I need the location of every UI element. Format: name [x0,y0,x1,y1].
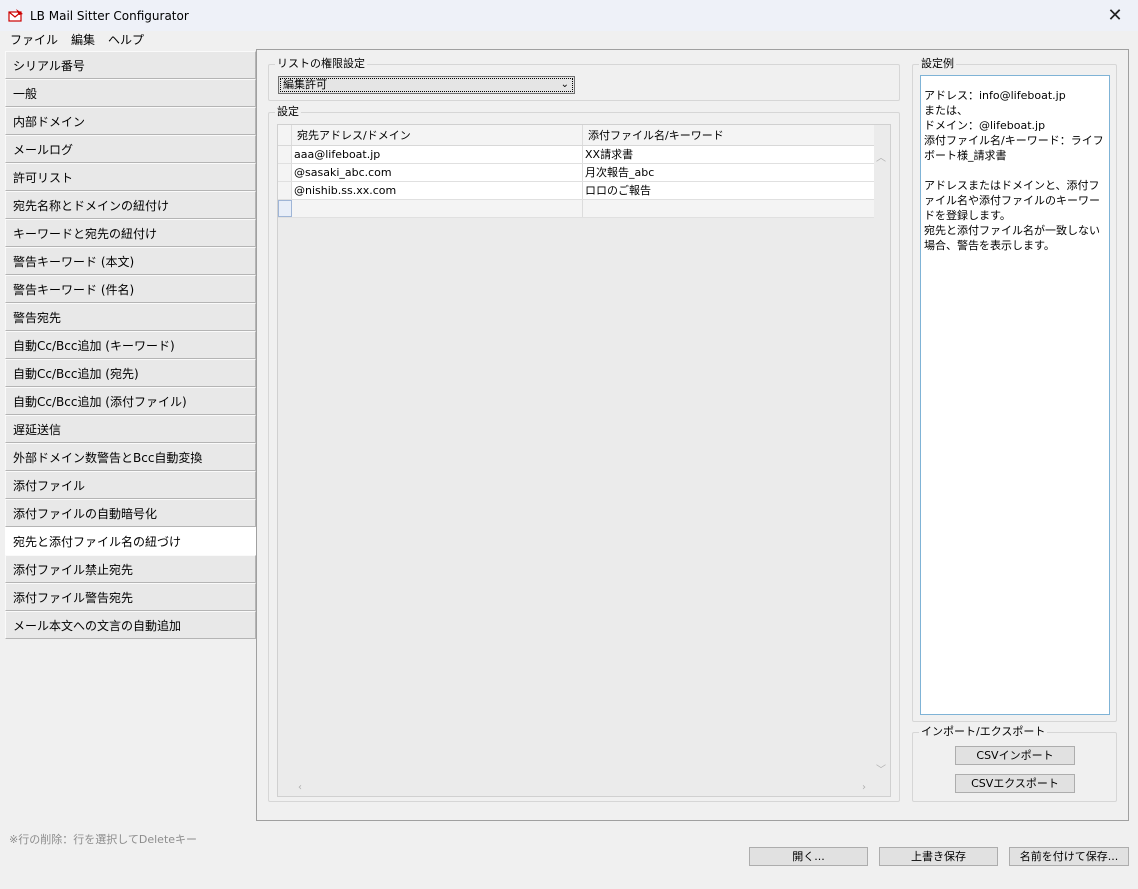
menu-file[interactable]: ファイル [0,31,65,49]
address-cell[interactable]: @sasaki_abc.com [292,164,583,181]
table-row[interactable]: @sasaki_abc.com 月次報告_abc [278,164,874,182]
grid-header: 宛先アドレス/ドメイン 添付ファイル名/キーワード [278,125,874,146]
permission-select[interactable]: 編集許可 ⌄ [278,76,575,94]
scroll-left-icon[interactable]: ‹ [298,782,302,793]
scroll-up-icon[interactable]: ︿ [876,149,886,164]
column-header-attachment[interactable]: 添付ファイル名/キーワード [583,125,874,145]
sidebar-item[interactable]: 宛先と添付ファイル名の紐づけ [5,527,256,555]
permission-group-title: リストの権限設定 [275,57,367,71]
menu-bar: ファイル 編集 ヘルプ [0,31,1138,49]
table-row[interactable]: @nishib.ss.xx.com ロロのご報告 [278,182,874,200]
attachment-cell[interactable]: ロロのご報告 [583,182,874,199]
sidebar-item[interactable]: 自動Cc/Bcc追加 (宛先) [5,359,256,387]
address-cell[interactable]: @nishib.ss.xx.com [292,182,583,199]
delete-row-hint: ※行の削除：行を選択してDeleteキー [9,833,198,846]
sidebar-item[interactable]: 警告キーワード (件名) [5,275,256,303]
scroll-down-icon[interactable]: ﹀ [876,761,886,776]
sidebar-item[interactable]: 警告キーワード (本文) [5,247,256,275]
sidebar-item[interactable]: キーワードと宛先の紐付け [5,219,256,247]
sidebar-item[interactable]: シリアル番号 [5,51,256,79]
menu-edit[interactable]: 編集 [65,31,102,49]
permission-selected-value: 編集許可 [283,78,327,91]
settings-grid[interactable]: 宛先アドレス/ドメイン 添付ファイル名/キーワード aaa@lifeboat.j… [277,124,891,797]
sidebar-item[interactable]: 警告宛先 [5,303,256,331]
example-group-title: 設定例 [919,57,956,71]
row-header[interactable] [278,164,292,181]
sidebar-item[interactable]: 宛先名称とドメインの紐付け [5,191,256,219]
main-panel: リストの権限設定 編集許可 ⌄ 設定 宛先アドレス/ドメイン 添付ファイル名/キ… [256,49,1129,821]
scroll-right-icon[interactable]: › [862,782,866,793]
new-row[interactable] [278,200,874,218]
address-cell[interactable] [292,200,583,217]
import-export-group: インポート/エクスポート CSVインポート CSVエクスポート [912,725,1117,802]
save-as-button[interactable]: 名前を付けて保存... [1009,847,1129,866]
example-text: アドレス：info@lifeboat.jp または、 ドメイン：@lifeboa… [920,75,1110,715]
close-icon: ✕ [1107,5,1123,26]
sidebar-item[interactable]: 添付ファイル警告宛先 [5,583,256,611]
close-window-button[interactable]: ✕ [1092,0,1138,31]
sidebar-item[interactable]: 外部ドメイン数警告とBcc自動変換 [5,443,256,471]
grid-corner[interactable] [278,125,292,145]
sidebar-item[interactable]: 一般 [5,79,256,107]
chevron-down-icon: ⌄ [560,79,569,90]
table-row[interactable]: aaa@lifeboat.jp XX請求書 [278,146,874,164]
mail-sitter-logo-icon [8,8,24,24]
sidebar-item[interactable]: 自動Cc/Bcc追加 (キーワード) [5,331,256,359]
sidebar-item[interactable]: 内部ドメイン [5,107,256,135]
row-header[interactable] [278,182,292,199]
settings-category-list: シリアル番号 一般 内部ドメイン メールログ 許可リスト 宛先名称とドメインの紐付け キーワ… [5,51,256,871]
sidebar-item[interactable]: メール本文への文言の自動追加 [5,611,256,639]
sidebar-item[interactable]: 添付ファイル [5,471,256,499]
sidebar-item[interactable]: 添付ファイル禁止宛先 [5,555,256,583]
settings-group: 設定 宛先アドレス/ドメイン 添付ファイル名/キーワード aaa@lifeboa… [268,105,900,802]
row-header[interactable] [278,146,292,163]
sidebar-item[interactable]: 自動Cc/Bcc追加 (添付ファイル) [5,387,256,415]
row-header[interactable] [278,200,292,217]
attachment-cell[interactable]: XX請求書 [583,146,874,163]
sidebar-item[interactable]: 許可リスト [5,163,256,191]
attachment-cell[interactable]: 月次報告_abc [583,164,874,181]
attachment-cell[interactable] [583,200,874,217]
menu-help[interactable]: ヘルプ [102,31,151,49]
sidebar-item[interactable]: 添付ファイルの自動暗号化 [5,499,256,527]
csv-import-button[interactable]: CSVインポート [955,746,1075,765]
csv-export-button[interactable]: CSVエクスポート [955,774,1075,793]
import-export-group-title: インポート/エクスポート [919,725,1048,739]
address-cell[interactable]: aaa@lifeboat.jp [292,146,583,163]
example-group: 設定例 アドレス：info@lifeboat.jp または、 ドメイン：@lif… [912,57,1117,722]
column-header-address[interactable]: 宛先アドレス/ドメイン [292,125,583,145]
permission-group: リストの権限設定 編集許可 ⌄ [268,57,900,101]
sidebar-item[interactable]: メールログ [5,135,256,163]
title-bar: LB Mail Sitter Configurator ✕ [0,0,1138,31]
overwrite-save-button[interactable]: 上書き保存 [879,847,998,866]
sidebar-item[interactable]: 遅延送信 [5,415,256,443]
window-title: LB Mail Sitter Configurator [30,8,189,23]
open-button[interactable]: 開く... [749,847,868,866]
settings-group-title: 設定 [275,105,301,119]
